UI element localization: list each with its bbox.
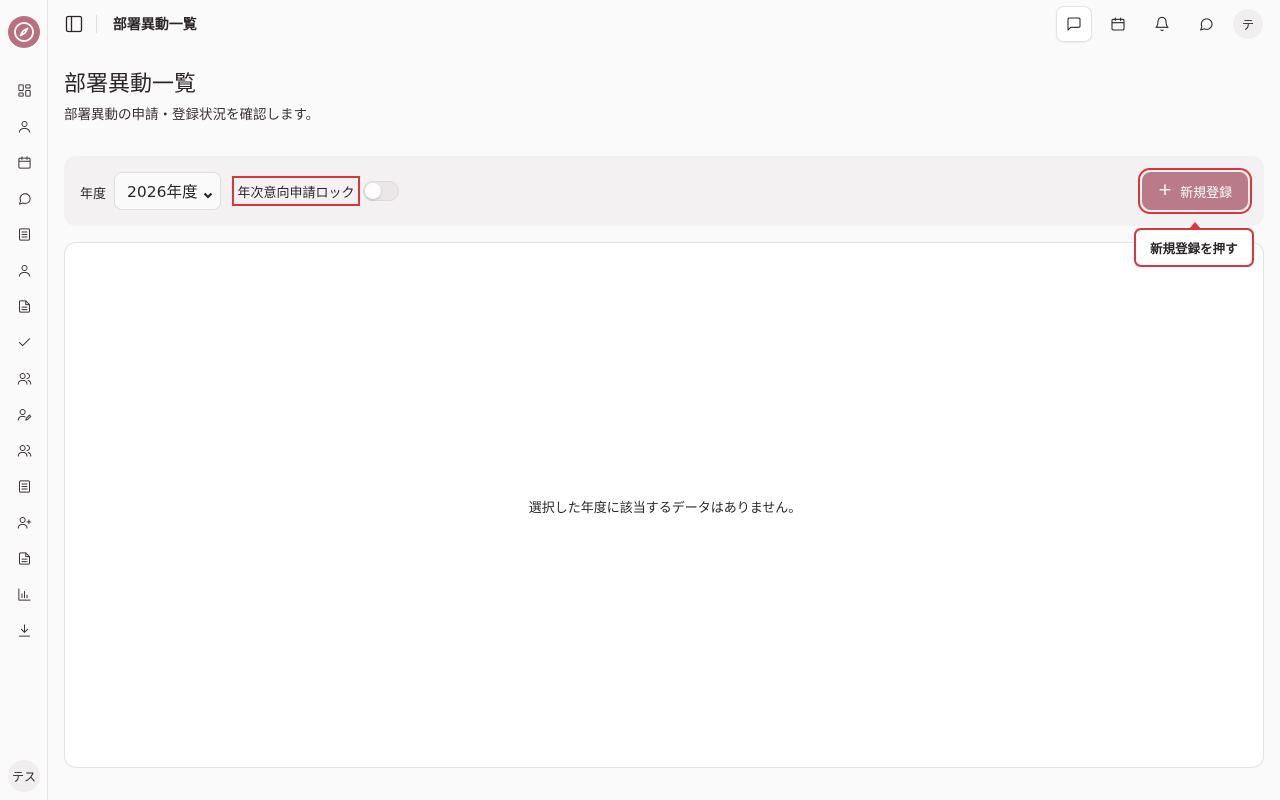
annual-request-lock-label: 年次意向申請ロック (232, 176, 360, 206)
users-icon (17, 372, 31, 385)
user-icon (18, 120, 30, 133)
sidebar-user-avatar[interactable]: テス (8, 760, 40, 792)
year-select[interactable]: 2026年度 (114, 172, 221, 210)
sidebar-item-profile[interactable] (12, 114, 36, 138)
calendar-button[interactable] (1100, 6, 1136, 42)
chat-button[interactable] (1188, 6, 1224, 42)
user-edit-icon (17, 408, 31, 421)
users-icon (17, 444, 31, 457)
sidebar-item-messages[interactable] (12, 186, 36, 210)
file-text-icon (18, 299, 30, 313)
sidebar: テス (0, 0, 48, 800)
header-divider (96, 15, 97, 33)
check-icon (18, 337, 30, 346)
sidebar-item-add-user[interactable] (12, 510, 36, 534)
bar-chart-icon (17, 587, 31, 601)
dashboard-icon (17, 83, 31, 97)
transfer-list-panel: 選択した年度に該当するデータはありません。 (64, 242, 1264, 768)
sidebar-item-approvals[interactable] (12, 330, 36, 354)
compass-logo-icon[interactable] (8, 16, 40, 48)
sidebar-item-document[interactable] (12, 294, 36, 318)
calendar-icon (1111, 17, 1125, 31)
chevron-down-icon (203, 186, 213, 199)
new-registration-button[interactable]: + 新規登録 (1142, 172, 1248, 210)
year-select-value: 2026年度 (127, 183, 198, 201)
user-icon (18, 264, 30, 277)
feedback-button[interactable] (1056, 6, 1092, 42)
toggle-knob (365, 183, 381, 199)
message-square-icon (1067, 17, 1081, 31)
sidebar-item-records[interactable] (12, 474, 36, 498)
filter-toolbar: 年度 2026年度 年次意向申請ロック + 新規登録 (64, 156, 1264, 226)
new-registration-label: 新規登録 (1180, 185, 1233, 201)
panel-left-icon (65, 15, 83, 33)
panel-toggle-button[interactable] (62, 12, 86, 36)
hint-tooltip: 新規登録を押す (1134, 228, 1254, 267)
sidebar-item-user-edit[interactable] (12, 402, 36, 426)
sidebar-item-reports[interactable] (12, 546, 36, 570)
sidebar-item-members[interactable] (12, 366, 36, 390)
sidebar-item-notebook[interactable] (12, 222, 36, 246)
sidebar-item-download[interactable] (12, 618, 36, 642)
notifications-button[interactable] (1144, 6, 1180, 42)
sidebar-item-dashboard[interactable] (12, 78, 36, 102)
notebook-icon (18, 479, 30, 493)
download-icon (18, 623, 30, 637)
message-circle-icon (1200, 18, 1213, 31)
user-avatar[interactable]: テ (1233, 9, 1263, 39)
bell-icon (1155, 16, 1169, 32)
header-title: 部署異動一覧 (113, 17, 197, 33)
top-header: 部署異動一覧 テ (48, 0, 1280, 48)
sidebar-item-user[interactable] (12, 258, 36, 282)
file-text-icon (18, 551, 30, 565)
empty-state-message: 選択した年度に該当するデータはありません。 (528, 501, 802, 516)
sidebar-item-groups[interactable] (12, 438, 36, 462)
page-title: 部署異動一覧 (64, 72, 197, 97)
calendar-icon (17, 155, 31, 169)
user-plus-icon (17, 516, 31, 529)
sidebar-item-analytics[interactable] (12, 582, 36, 606)
sidebar-item-calendar[interactable] (12, 150, 36, 174)
annual-request-lock-toggle[interactable] (363, 181, 399, 201)
plus-icon: + (1157, 179, 1173, 200)
year-label: 年度 (80, 187, 107, 202)
notebook-icon (18, 227, 30, 241)
message-circle-icon (18, 192, 31, 205)
page-description: 部署異動の申請・登録状況を確認します。 (64, 107, 320, 123)
